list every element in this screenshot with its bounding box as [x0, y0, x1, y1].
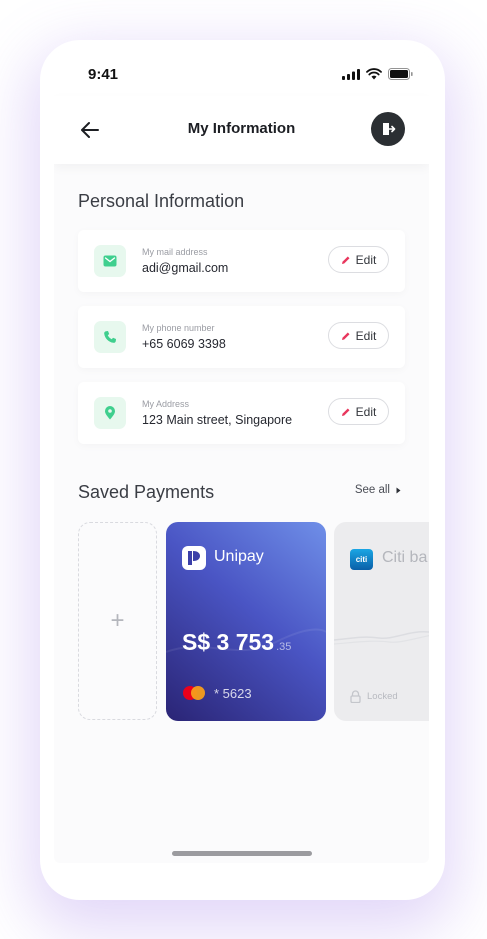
lock-icon [350, 690, 361, 703]
email-label: My mail address [142, 247, 208, 257]
home-indicator[interactable] [172, 851, 312, 856]
phone-icon [104, 331, 116, 343]
plus-icon: + [110, 607, 125, 634]
pencil-icon [341, 408, 350, 416]
status-bar: 9:41 [54, 52, 429, 96]
balance-amount: 3 753 [216, 629, 275, 655]
pencil-icon [341, 256, 350, 264]
mail-icon-box [94, 245, 126, 277]
app-header: My Information [54, 96, 429, 164]
location-icon [105, 406, 115, 420]
phone-label: My phone number [142, 323, 215, 333]
citi-name: Citi ba [382, 549, 428, 566]
location-icon-box [94, 397, 126, 429]
edit-label: Edit [355, 252, 377, 267]
logout-icon [383, 123, 396, 135]
phone-card: My phone number +65 6069 3398 Edit [78, 306, 405, 368]
see-all-label: See all [354, 484, 390, 496]
locked-status: Locked [350, 690, 398, 703]
battery-icon [388, 68, 413, 80]
email-card: My mail address adi@gmail.com Edit [78, 230, 405, 292]
phone-icon-box [94, 321, 126, 353]
unipay-balance: S$ 3 753.35 [182, 629, 291, 656]
balance-cents: .35 [276, 641, 292, 653]
status-time: 9:41 [88, 66, 119, 83]
edit-address-button[interactable]: Edit [328, 398, 389, 425]
edit-phone-button[interactable]: Edit [328, 322, 389, 349]
pencil-icon [341, 332, 350, 340]
phone-value: +65 6069 3398 [142, 337, 226, 351]
mail-icon [103, 255, 117, 267]
address-label: My Address [142, 399, 190, 409]
edit-label: Edit [355, 404, 377, 419]
locked-label: Locked [367, 691, 398, 702]
personal-info-heading: Personal Information [78, 191, 245, 211]
add-card-button[interactable]: + [78, 522, 157, 720]
edit-email-button[interactable]: Edit [328, 246, 389, 273]
phone-screen: 9:41 My Information Personal Information… [54, 52, 429, 863]
currency-symbol: S$ [182, 629, 211, 655]
logout-button[interactable] [371, 112, 405, 146]
signal-icon [342, 68, 360, 80]
status-icons [342, 68, 413, 80]
masked-card-number: * 5623 [214, 686, 252, 701]
caret-right-icon [396, 487, 401, 493]
email-value: adi@gmail.com [142, 261, 229, 275]
unipay-card[interactable]: Unipay S$ 3 753.35 * 5623 [166, 522, 326, 721]
saved-payments-heading: Saved Payments [78, 482, 215, 502]
address-card: My Address 123 Main street, Singapore Ed… [78, 382, 405, 444]
unipay-logo-icon [182, 546, 206, 570]
unipay-name: Unipay [214, 548, 264, 565]
mastercard-icon [183, 686, 205, 700]
edit-label: Edit [355, 328, 377, 343]
wifi-icon [366, 68, 382, 80]
see-all-link[interactable]: See all [355, 484, 401, 496]
citi-logo-icon: citi [350, 549, 373, 570]
citi-card[interactable]: citi Citi ba Locked [334, 522, 429, 721]
address-value: 123 Main street, Singapore [142, 413, 293, 427]
card-wave-decoration [334, 631, 429, 645]
